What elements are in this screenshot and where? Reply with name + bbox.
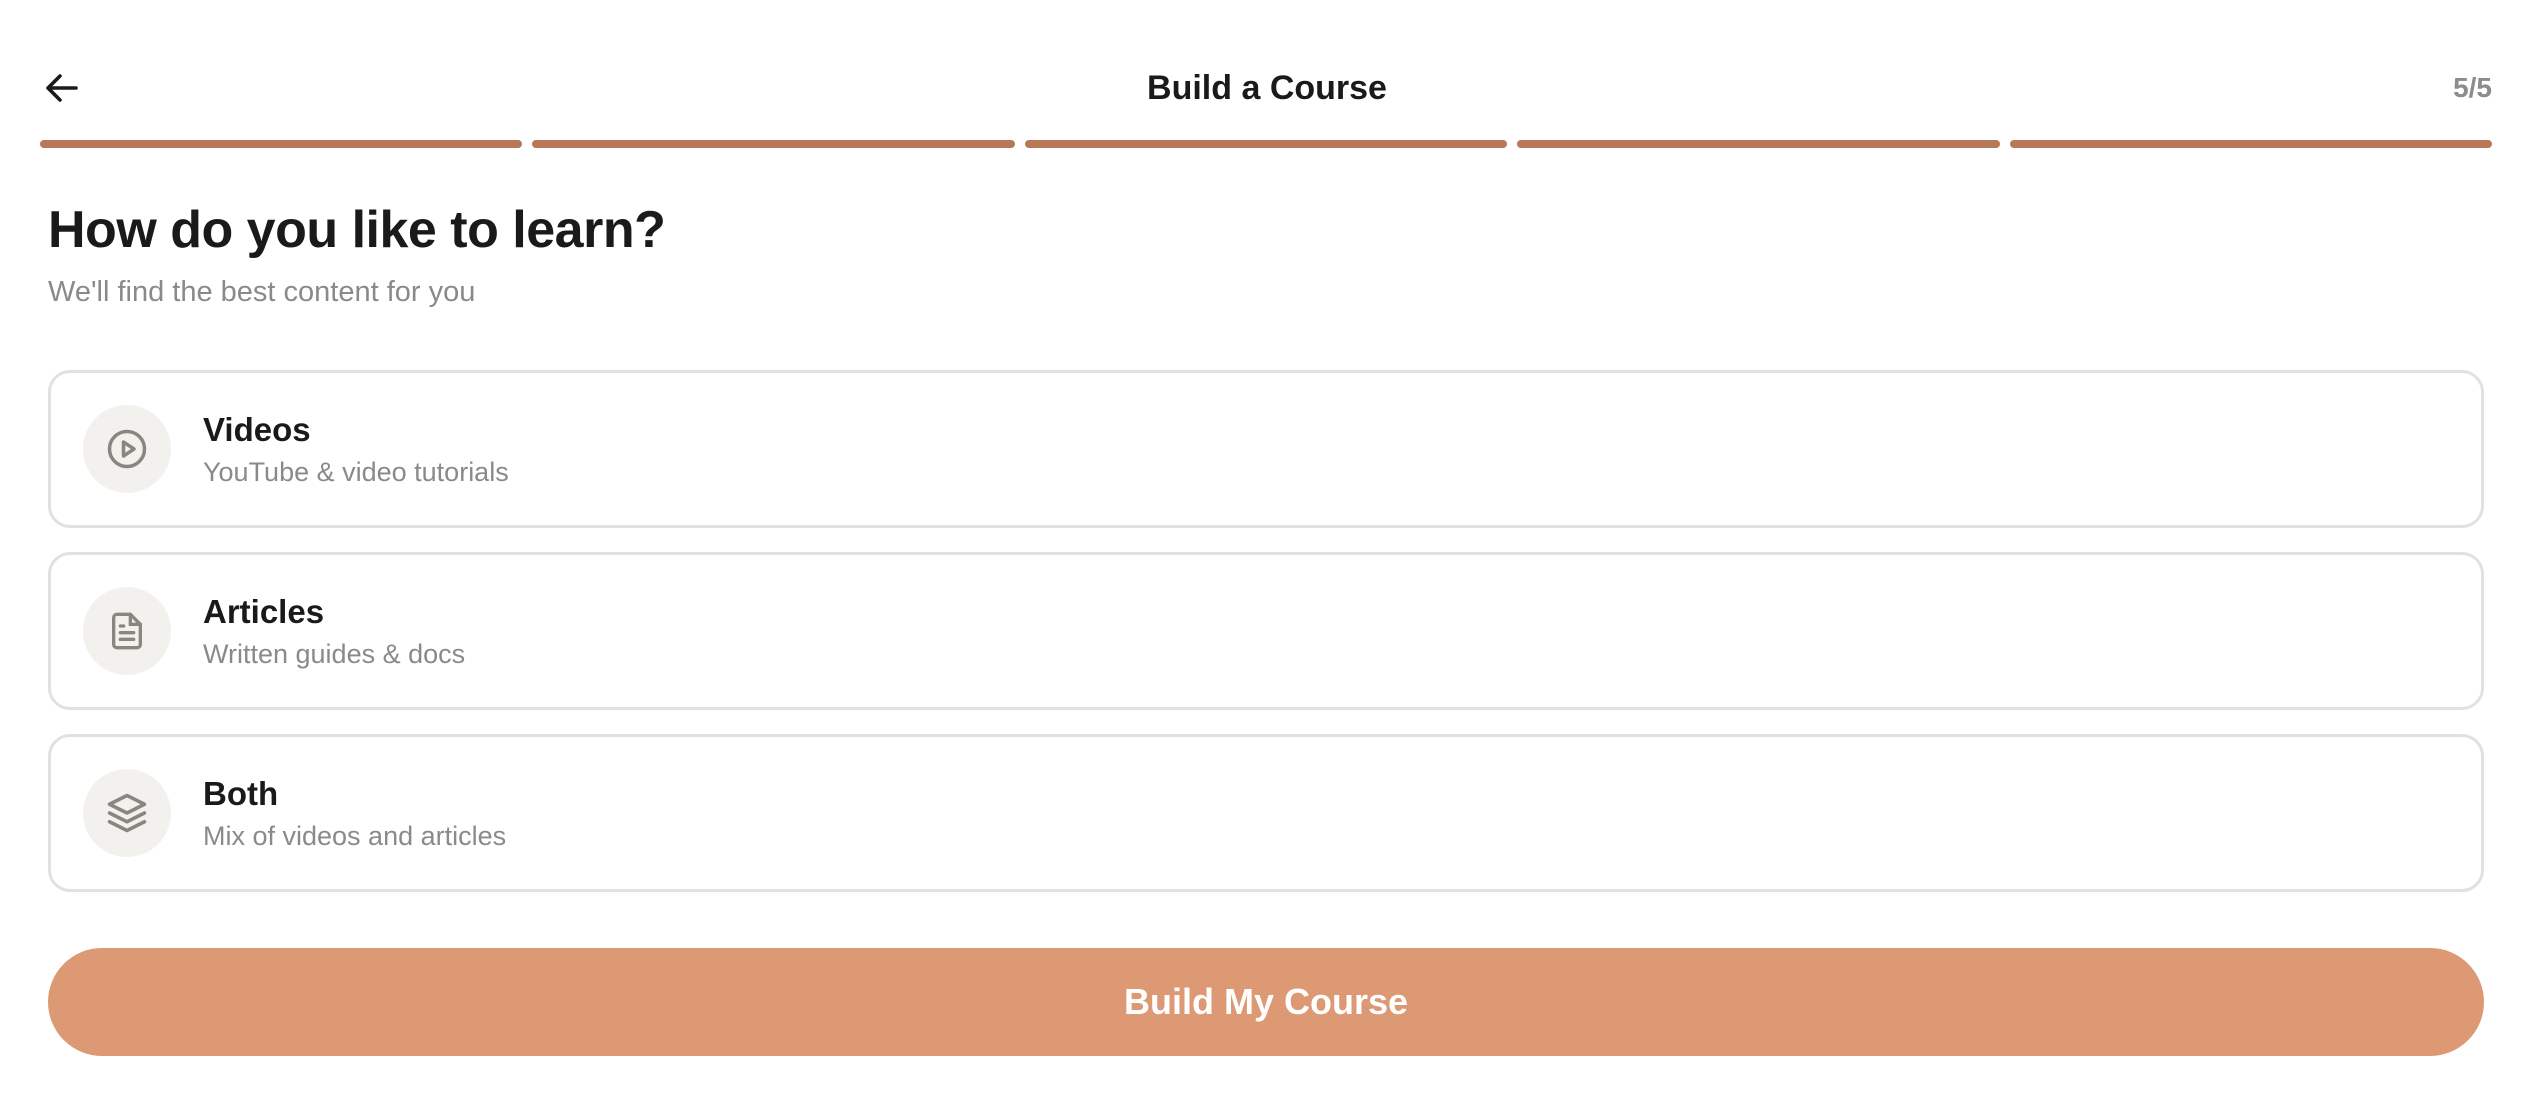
progress-segment-3	[1024, 140, 1508, 148]
option-both[interactable]: Both Mix of videos and articles	[48, 734, 2484, 892]
option-icon-badge	[83, 587, 171, 675]
option-icon-badge	[83, 405, 171, 493]
option-articles[interactable]: Articles Written guides & docs	[48, 552, 2484, 710]
build-my-course-button[interactable]: Build My Course	[48, 948, 2484, 1056]
progress-segment-4	[1517, 140, 2000, 148]
learning-options: Videos YouTube & video tutorials Article…	[48, 370, 2484, 892]
option-description: Mix of videos and articles	[203, 820, 507, 851]
option-title: Both	[203, 774, 279, 812]
arrow-left-icon	[46, 74, 78, 102]
option-icon-badge	[83, 769, 171, 857]
back-button[interactable]	[38, 64, 86, 112]
question-subtitle: We'll find the best content for you	[48, 276, 476, 308]
build-course-page: Build a Course 5/5 How do you like to le…	[0, 0, 2534, 1112]
step-counter: 5/5	[2453, 72, 2492, 103]
option-videos[interactable]: Videos YouTube & video tutorials	[48, 370, 2484, 528]
play-circle-icon	[107, 429, 147, 469]
option-title: Videos	[203, 410, 311, 448]
question-title: How do you like to learn?	[48, 201, 666, 259]
layers-icon	[107, 793, 147, 833]
option-description: YouTube & video tutorials	[203, 456, 509, 487]
document-icon	[112, 612, 142, 650]
option-title: Articles	[203, 592, 325, 630]
progress-bar	[40, 140, 2493, 148]
progress-segment-1	[40, 140, 523, 148]
progress-segment-2	[532, 140, 1015, 148]
option-description: Written guides & docs	[203, 638, 466, 669]
page-title: Build a Course	[1147, 68, 1387, 107]
progress-segment-5	[2009, 140, 2493, 148]
